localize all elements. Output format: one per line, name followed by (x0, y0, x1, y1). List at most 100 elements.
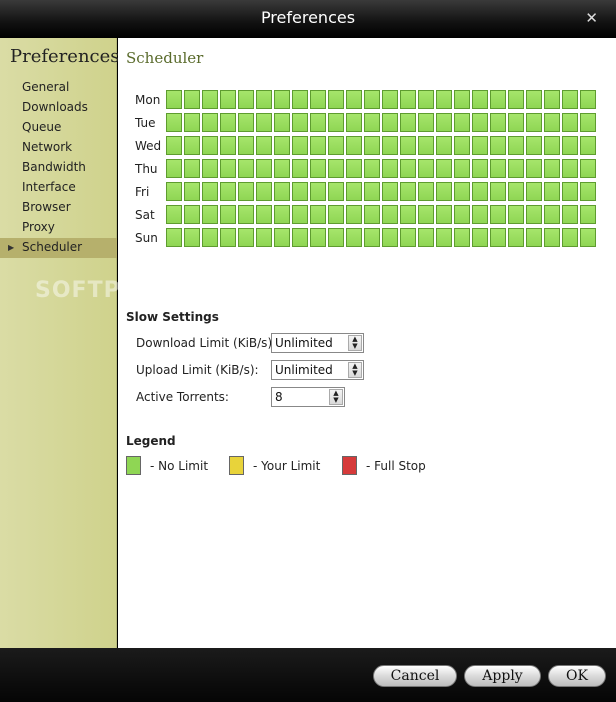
hour-cell[interactable] (544, 113, 560, 132)
hour-cell[interactable] (166, 113, 182, 132)
hour-cell[interactable] (562, 136, 578, 155)
sidebar-item-scheduler[interactable]: ▶ Scheduler (0, 238, 117, 258)
hour-cell[interactable] (238, 90, 254, 109)
hour-cell[interactable] (508, 228, 524, 247)
sidebar-item-general[interactable]: General (0, 78, 117, 98)
hour-cell[interactable] (508, 182, 524, 201)
hour-cell[interactable] (562, 228, 578, 247)
sidebar-item-downloads[interactable]: Downloads (0, 98, 117, 118)
spin-arrows-icon[interactable]: ▲ ▼ (329, 389, 343, 405)
hour-cell[interactable] (274, 90, 290, 109)
hour-cell[interactable] (328, 228, 344, 247)
hour-cell[interactable] (292, 136, 308, 155)
hour-cell[interactable] (202, 205, 218, 224)
hour-cell[interactable] (472, 182, 488, 201)
hour-cell[interactable] (382, 182, 398, 201)
hour-cell[interactable] (490, 159, 506, 178)
hour-cell[interactable] (418, 182, 434, 201)
hour-cell[interactable] (346, 159, 362, 178)
apply-button[interactable]: Apply (464, 665, 541, 687)
hour-cell[interactable] (508, 205, 524, 224)
hour-cell[interactable] (310, 113, 326, 132)
hour-cell[interactable] (220, 90, 236, 109)
hour-cell[interactable] (436, 228, 452, 247)
hour-cell[interactable] (490, 136, 506, 155)
hour-cell[interactable] (418, 228, 434, 247)
hour-cell[interactable] (292, 159, 308, 178)
hour-cell[interactable] (310, 182, 326, 201)
hour-cell[interactable] (346, 90, 362, 109)
hour-cell[interactable] (454, 90, 470, 109)
hour-cell[interactable] (400, 228, 416, 247)
hour-cell[interactable] (274, 159, 290, 178)
hour-cell[interactable] (346, 205, 362, 224)
sidebar-item-interface[interactable]: Interface (0, 178, 117, 198)
hour-cell[interactable] (418, 136, 434, 155)
hour-cell[interactable] (274, 136, 290, 155)
hour-cell[interactable] (364, 113, 380, 132)
hour-cell[interactable] (346, 228, 362, 247)
hour-cell[interactable] (544, 205, 560, 224)
hour-cell[interactable] (544, 228, 560, 247)
hour-cell[interactable] (220, 159, 236, 178)
hour-cell[interactable] (526, 182, 542, 201)
hour-cell[interactable] (274, 113, 290, 132)
hour-cell[interactable] (544, 136, 560, 155)
hour-cell[interactable] (382, 159, 398, 178)
hour-cell[interactable] (436, 159, 452, 178)
hour-cell[interactable] (580, 205, 596, 224)
hour-cell[interactable] (580, 113, 596, 132)
hour-cell[interactable] (382, 136, 398, 155)
hour-cell[interactable] (328, 113, 344, 132)
hour-cell[interactable] (364, 159, 380, 178)
hour-cell[interactable] (580, 90, 596, 109)
hour-cell[interactable] (454, 228, 470, 247)
hour-cell[interactable] (292, 113, 308, 132)
hour-cell[interactable] (508, 90, 524, 109)
hour-cell[interactable] (508, 136, 524, 155)
cancel-button[interactable]: Cancel (373, 665, 457, 687)
hour-cell[interactable] (544, 90, 560, 109)
active-torrents-spinbox[interactable]: 8 ▲ ▼ (271, 387, 345, 407)
hour-cell[interactable] (364, 90, 380, 109)
hour-cell[interactable] (562, 90, 578, 109)
hour-cell[interactable] (256, 205, 272, 224)
hour-cell[interactable] (346, 113, 362, 132)
hour-cell[interactable] (346, 136, 362, 155)
hour-cell[interactable] (184, 228, 200, 247)
hour-cell[interactable] (490, 90, 506, 109)
hour-cell[interactable] (472, 205, 488, 224)
hour-cell[interactable] (580, 228, 596, 247)
hour-cell[interactable] (184, 136, 200, 155)
spin-arrows-icon[interactable]: ▲ ▼ (348, 335, 362, 351)
hour-cell[interactable] (310, 136, 326, 155)
hour-cell[interactable] (184, 205, 200, 224)
hour-cell[interactable] (166, 205, 182, 224)
hour-cell[interactable] (256, 182, 272, 201)
hour-cell[interactable] (292, 205, 308, 224)
hour-cell[interactable] (202, 136, 218, 155)
hour-cell[interactable] (220, 182, 236, 201)
hour-cell[interactable] (292, 228, 308, 247)
hour-cell[interactable] (436, 205, 452, 224)
hour-cell[interactable] (364, 182, 380, 201)
hour-cell[interactable] (256, 113, 272, 132)
hour-cell[interactable] (400, 182, 416, 201)
sidebar-item-proxy[interactable]: Proxy (0, 218, 117, 238)
hour-cell[interactable] (220, 228, 236, 247)
hour-cell[interactable] (418, 113, 434, 132)
hour-cell[interactable] (454, 136, 470, 155)
hour-cell[interactable] (562, 182, 578, 201)
hour-cell[interactable] (328, 136, 344, 155)
hour-cell[interactable] (274, 205, 290, 224)
hour-cell[interactable] (382, 113, 398, 132)
sidebar-item-queue[interactable]: Queue (0, 118, 117, 138)
hour-cell[interactable] (166, 228, 182, 247)
hour-cell[interactable] (544, 159, 560, 178)
hour-cell[interactable] (364, 205, 380, 224)
hour-cell[interactable] (166, 90, 182, 109)
hour-cell[interactable] (256, 228, 272, 247)
hour-cell[interactable] (238, 136, 254, 155)
hour-cell[interactable] (184, 90, 200, 109)
hour-cell[interactable] (274, 228, 290, 247)
